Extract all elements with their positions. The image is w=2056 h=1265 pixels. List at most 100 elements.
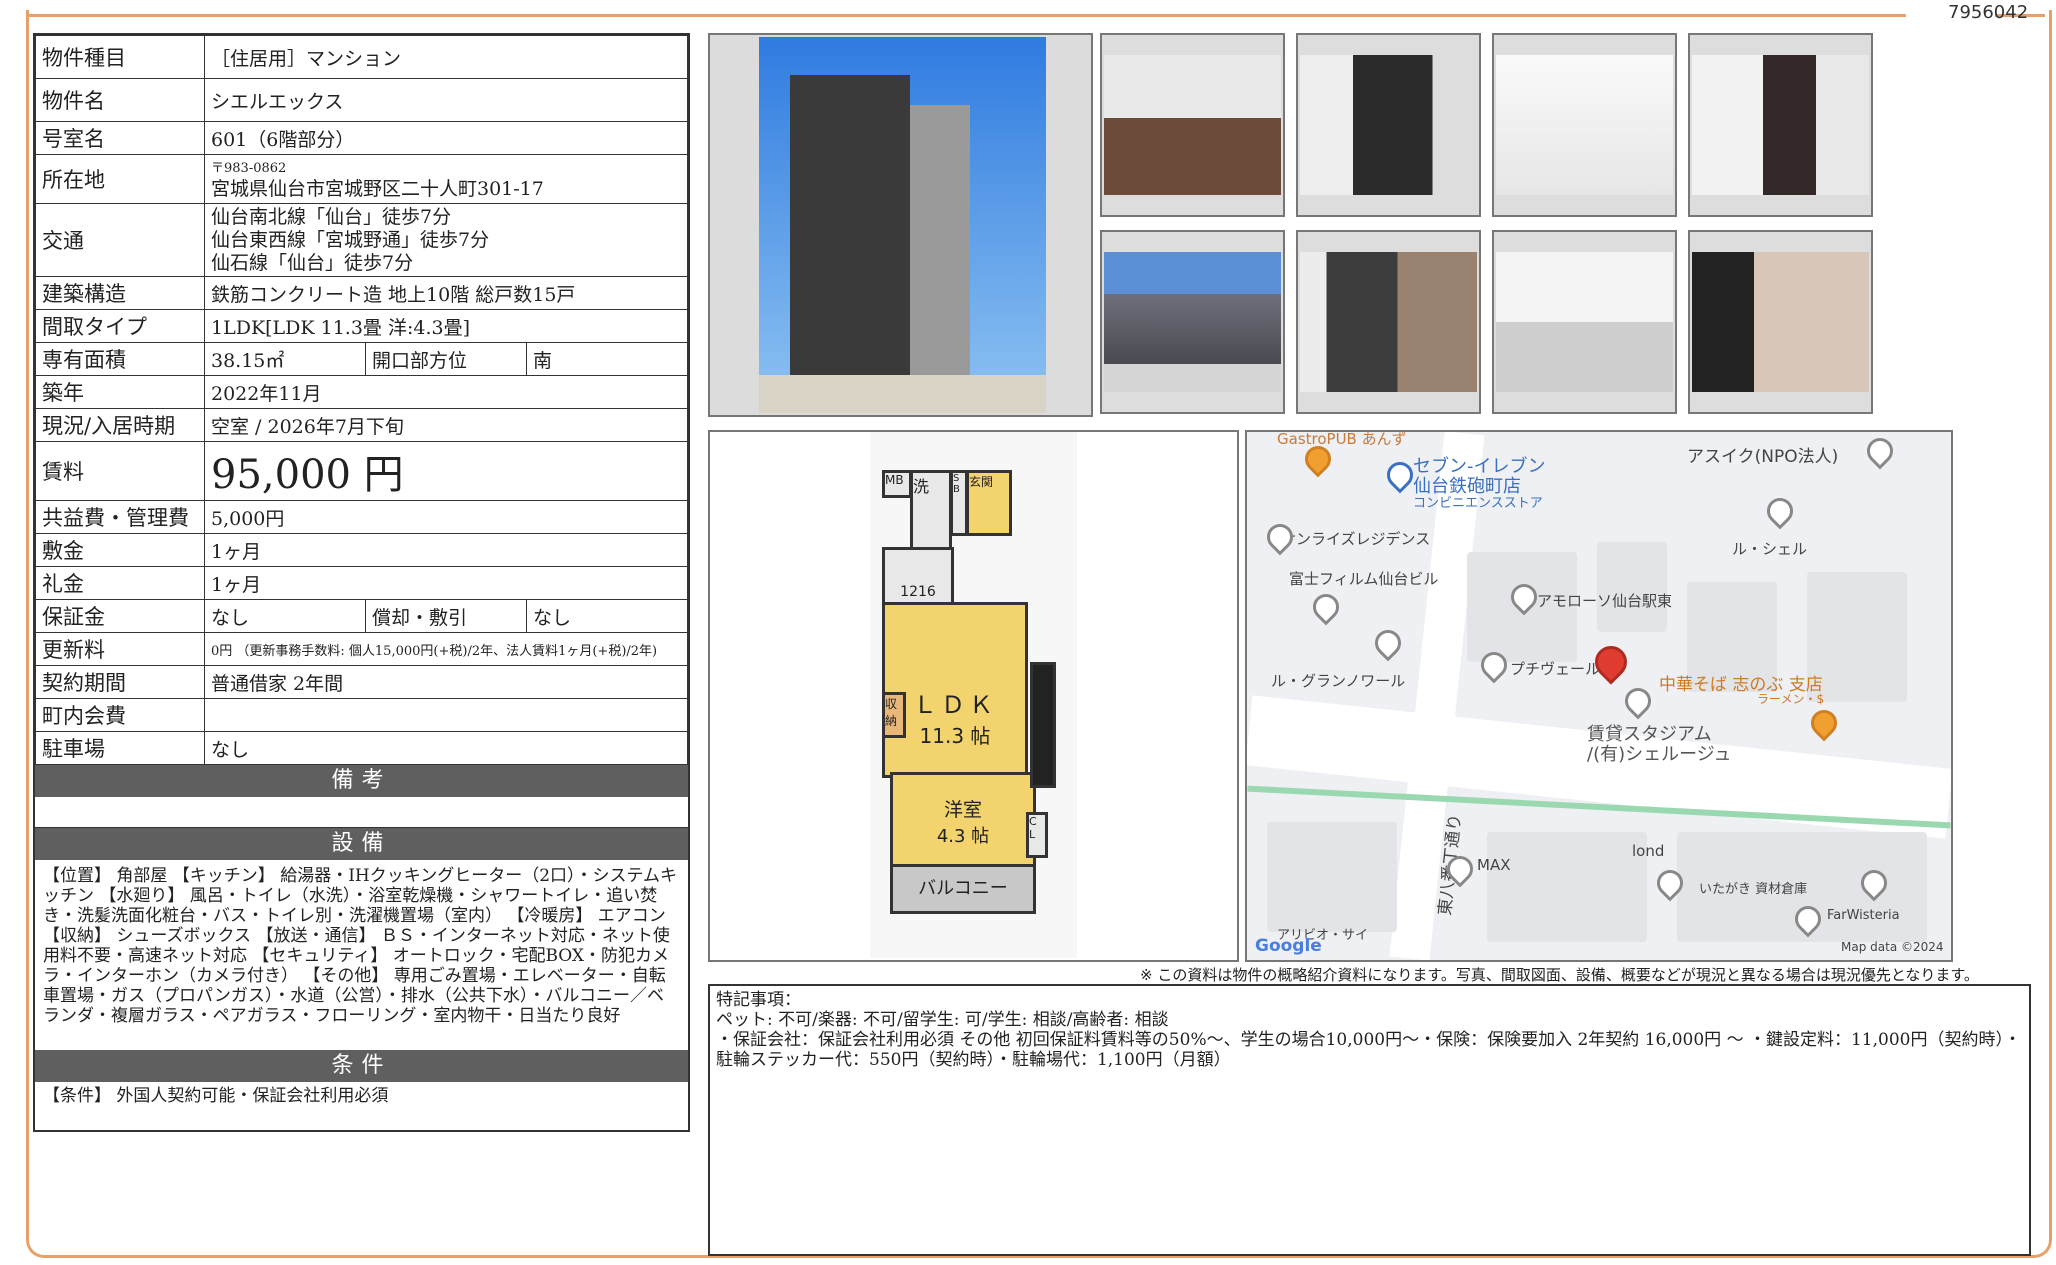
special-notes-line: ペット: 不可/楽器: 不可/留学生: 可/学生: 相談/高齢者: 相談 bbox=[716, 1010, 1169, 1030]
orientation: 南 bbox=[526, 342, 688, 376]
row-key-money: 礼金 1ヶ月 bbox=[35, 566, 688, 600]
town-fee bbox=[204, 698, 688, 732]
western-room: 洋室 4.3 帖 bbox=[890, 772, 1036, 868]
renewal-fee: 0円 （更新事務手数料: 個人15,000円(+税)/2年、法人賃料1ヶ月(+税… bbox=[204, 632, 688, 666]
interior-photo-living bbox=[1100, 33, 1285, 217]
google-logo: Google bbox=[1255, 936, 1322, 956]
row-renewal: 更新料 0円 （更新事務手数料: 個人15,000円(+税)/2年、法人賃料1ヶ月… bbox=[35, 632, 688, 666]
equipment-text: 【位置】 角部屋 【キッチン】 給湯器・IHクッキングヒーター（2口）・システム… bbox=[43, 866, 678, 1026]
equipment-header: 設備 bbox=[35, 828, 688, 860]
interior-photo-storage bbox=[1492, 33, 1677, 217]
ldk-size: 11.3 帖 bbox=[919, 724, 991, 748]
transport-line: 仙石線「仙台」徒歩7分 bbox=[211, 251, 414, 274]
western-label: 洋室 bbox=[943, 799, 982, 821]
footnote: ※ この資料は物件の概略紹介資料になります。写真、間取図面、設備、概要などが現況… bbox=[1140, 966, 1979, 984]
special-notes-title: 特記事項： bbox=[716, 990, 801, 1010]
row-built: 築年 2022年11月 bbox=[35, 375, 688, 409]
row-type: 物件種目 ［住居用］マンション bbox=[35, 35, 688, 79]
map-label: サンライズレジデンス bbox=[1281, 530, 1431, 548]
map-pin-icon[interactable] bbox=[1307, 588, 1345, 626]
interior-photo-closet bbox=[1688, 33, 1873, 217]
remarks-header: 備考 bbox=[35, 765, 688, 797]
structure: 鉄筋コンクリート造 地上10階 総戸数15戸 bbox=[204, 276, 688, 310]
row-deposit: 敷金 1ヶ月 bbox=[35, 533, 688, 567]
interior-photo-view bbox=[1100, 230, 1285, 414]
transport-line: 仙台東西線「宮城野通」徒歩7分 bbox=[211, 228, 490, 251]
ramen-pin-icon[interactable] bbox=[1805, 704, 1843, 742]
interior-photo-bath bbox=[1688, 230, 1873, 414]
map-label: アモローソ仙台駅東 bbox=[1537, 592, 1673, 610]
row-town-fee: 町内会費 bbox=[35, 698, 688, 732]
map-label: いたがき 資材倉庫 bbox=[1699, 882, 1808, 897]
row-layout: 間取タイプ 1LDK[LDK 11.3畳 洋:4.3畳] bbox=[35, 309, 688, 343]
map-label: プチヴェール bbox=[1510, 660, 1601, 678]
map-label: lond bbox=[1632, 842, 1665, 860]
amortization: なし bbox=[526, 599, 688, 633]
interior-photo-entrance bbox=[1296, 33, 1481, 217]
map-label: ル・グランノワール bbox=[1271, 672, 1406, 690]
row-address: 所在地 〒983-0862 宮城県仙台市宮城野区二十人町301-17 bbox=[35, 154, 688, 204]
row-guarantee: 保証金 なし 償却・敷引 なし bbox=[35, 599, 688, 633]
map-label: ラーメン・$ bbox=[1757, 692, 1825, 706]
interior-photo-room bbox=[1296, 230, 1481, 414]
built-date: 2022年11月 bbox=[204, 375, 688, 409]
mb-label: MB bbox=[882, 470, 912, 498]
ldk-room: ＬＤＫ 11.3 帖 bbox=[882, 602, 1028, 778]
row-name: 物件名 シエルエックス bbox=[35, 78, 688, 122]
row-area: 専有面積 38.15㎡ 開口部方位南 bbox=[35, 342, 688, 376]
row-parking: 駐車場 なし bbox=[35, 731, 688, 765]
special-notes-line: ・保証会社：保証会社利用必須 その他 初回保証料賃料等の50%～、学生の場合10… bbox=[716, 1030, 2021, 1070]
transport-line: 仙台南北線「仙台」徒歩7分 bbox=[211, 205, 452, 228]
address: 宮城県仙台市宮城野区二十人町301-17 bbox=[211, 178, 544, 200]
property-name: シエルエックス bbox=[204, 78, 688, 122]
map-pin-icon[interactable] bbox=[1261, 518, 1299, 556]
interior-photo-kitchen bbox=[1492, 230, 1677, 414]
conditions-header: 条件 bbox=[35, 1050, 688, 1082]
western-size: 4.3 帖 bbox=[936, 826, 990, 847]
parking: なし bbox=[204, 731, 688, 765]
map-pin-icon[interactable] bbox=[1619, 682, 1657, 720]
entrance: 玄関 bbox=[966, 470, 1012, 536]
ldk-label: ＬＤＫ bbox=[913, 691, 997, 719]
deposit: 1ヶ月 bbox=[204, 533, 688, 567]
row-status: 現況/入居時期 空室 / 2026年7月下旬 bbox=[35, 408, 688, 442]
guarantee-money: なし bbox=[204, 599, 366, 633]
key-money: 1ヶ月 bbox=[204, 566, 688, 600]
row-rent: 賃料 95,000 円 bbox=[35, 441, 688, 501]
row-contract: 契約期間 普通借家 2年間 bbox=[35, 665, 688, 699]
map-pin-icon[interactable] bbox=[1369, 624, 1407, 662]
map-label: MAX bbox=[1477, 856, 1511, 874]
remarks-body bbox=[35, 797, 688, 828]
room-number: 601（6階部分） bbox=[204, 121, 688, 155]
map-label: FarWisteria bbox=[1827, 908, 1900, 923]
row-fee: 共益費・管理費 5,000円 bbox=[35, 500, 688, 534]
map-label: ル・シェル bbox=[1732, 540, 1808, 558]
pillar bbox=[1030, 662, 1056, 788]
row-structure: 建築構造 鉄筋コンクリート造 地上10階 総戸数15戸 bbox=[35, 276, 688, 310]
map-label: コンビニエンスストア bbox=[1413, 496, 1543, 511]
rent-value: 95,000 円 bbox=[204, 441, 688, 501]
map-label: GastroPUB あんず bbox=[1277, 430, 1407, 448]
location-map[interactable]: GastroPUB あんず セブン-イレブン 仙台鉄砲町店 コンビニエンスストア… bbox=[1245, 430, 1953, 962]
row-room: 号室名 601（6階部分） bbox=[35, 121, 688, 155]
closet-label: C L bbox=[1026, 812, 1048, 858]
property-type: ［住居用］マンション bbox=[204, 35, 688, 79]
balcony: バルコニー bbox=[890, 864, 1036, 914]
map-attribution: Map data ©2024 bbox=[1841, 940, 1944, 954]
map-pin-icon[interactable] bbox=[1861, 432, 1899, 470]
storage-label: 収納 bbox=[882, 692, 906, 738]
map-label: 富士フィルム仙台ビル bbox=[1289, 570, 1439, 588]
building-exterior-photo bbox=[708, 33, 1093, 417]
floor-area: 38.15㎡ bbox=[204, 342, 366, 376]
layout-type: 1LDK[LDK 11.3畳 洋:4.3畳] bbox=[204, 309, 688, 343]
special-notes: 特記事項： ペット: 不可/楽器: 不可/留学生: 可/学生: 相談/高齢者: … bbox=[708, 984, 2031, 1256]
row-transport: 交通 仙台南北線「仙台」徒歩7分 仙台東西線「宮城野通」徒歩7分 仙石線「仙台」… bbox=[35, 203, 688, 277]
move-in-status: 空室 / 2026年7月下旬 bbox=[204, 408, 688, 442]
postal-code: 〒983-0862 bbox=[211, 161, 287, 176]
floor-plan: MB 洗 S B 玄関 1216 ＬＤＫ 11.3 帖 収納 洋室 4.3 帖 … bbox=[708, 430, 1239, 962]
contract-period: 普通借家 2年間 bbox=[204, 665, 688, 699]
property-table: 物件種目 ［住居用］マンション 物件名 シエルエックス 号室名 601（6階部分） 所… bbox=[33, 33, 690, 1132]
map-label: アスイク(NPO法人) bbox=[1687, 447, 1839, 467]
document-code: 7956042 bbox=[1948, 2, 2029, 23]
map-pin-icon[interactable] bbox=[1761, 492, 1799, 530]
